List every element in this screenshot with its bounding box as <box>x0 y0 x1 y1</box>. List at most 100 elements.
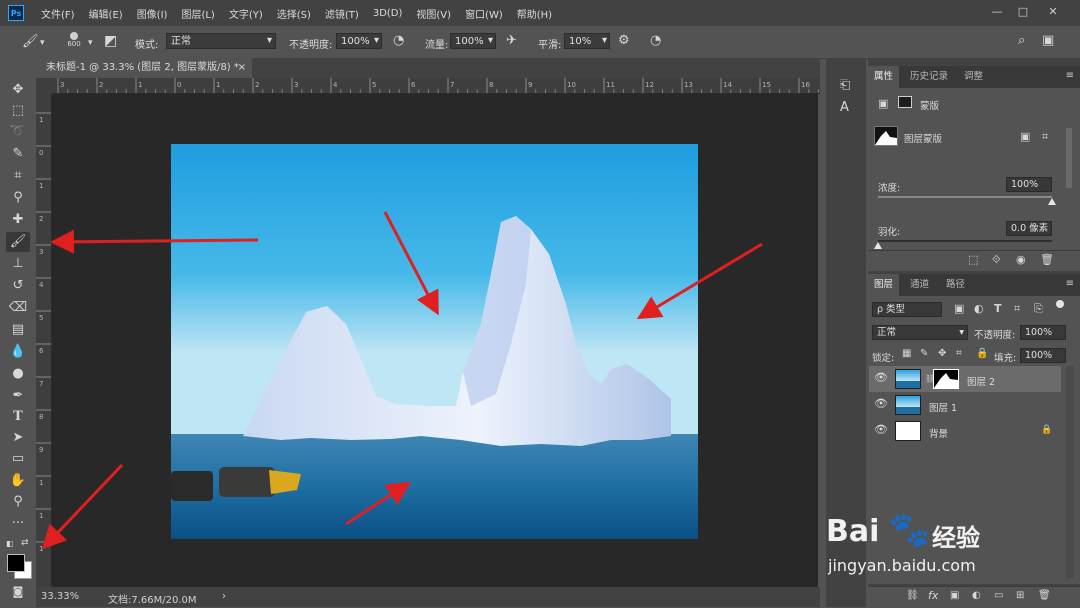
tab-layers[interactable]: 图层 <box>868 274 900 296</box>
workspace-icon[interactable]: ▣ <box>1042 34 1054 48</box>
tab-channels[interactable]: 通道 <box>904 274 935 296</box>
menu-edit[interactable]: 编辑(E) <box>82 6 130 21</box>
healing-brush-tool-icon[interactable]: ✚ <box>6 210 30 230</box>
lock-transparency-icon[interactable]: ▦ <box>902 348 911 359</box>
add-mask-icon[interactable]: ▣ <box>950 590 959 601</box>
panel-menu-icon[interactable]: ≡ <box>1066 278 1074 289</box>
layers-scrollbar[interactable] <box>1066 366 1074 578</box>
tab-adjustments[interactable]: 调整 <box>958 66 989 88</box>
blur-tool-icon[interactable]: 💧 <box>6 342 30 362</box>
close-button[interactable]: ✕ <box>1046 5 1060 19</box>
apply-mask-icon[interactable]: ⟐ <box>992 253 1001 267</box>
mode-select[interactable]: 正常 ▾ <box>166 33 276 49</box>
new-layer-icon[interactable]: ⊞ <box>1016 590 1024 601</box>
adjustment-layer-icon[interactable]: ◐ <box>972 590 981 601</box>
quick-mask-icon[interactable]: ◙ <box>6 582 30 602</box>
opacity-input[interactable]: 100% ▾ <box>336 33 382 49</box>
visibility-eye-icon[interactable]: 👁 <box>874 423 888 436</box>
new-group-icon[interactable]: ▭ <box>994 590 1003 601</box>
fill-input[interactable]: 100% <box>1020 348 1066 363</box>
filter-adjustment-icon[interactable]: ◐ <box>974 302 984 315</box>
lasso-tool-icon[interactable]: ➰ <box>6 122 30 142</box>
flow-input[interactable]: 100% ▾ <box>450 33 496 49</box>
more-tools-icon[interactable]: ··· <box>6 514 30 534</box>
layer-mask-icon[interactable] <box>898 96 912 108</box>
document-image[interactable] <box>171 144 698 539</box>
density-input[interactable]: 100% <box>1006 177 1052 192</box>
brush-panel-icon[interactable]: ◩ <box>104 34 117 48</box>
eraser-tool-icon[interactable]: ⌫ <box>6 298 30 318</box>
hand-tool-icon[interactable]: ✋ <box>6 471 30 491</box>
zoom-tool-icon[interactable]: ⚲ <box>6 492 30 512</box>
menu-select[interactable]: 选择(S) <box>270 6 318 21</box>
quick-select-tool-icon[interactable]: ✎ <box>6 144 30 164</box>
zoom-level[interactable]: 33.33% <box>41 591 79 602</box>
eyedropper-tool-icon[interactable]: ⚲ <box>6 188 30 208</box>
brush-preset-picker[interactable]: 600 <box>64 31 84 53</box>
filter-toggle-icon[interactable] <box>1056 300 1064 308</box>
foreground-color-swatch[interactable] <box>7 554 25 572</box>
brush-tool-icon[interactable]: 🖌 <box>6 232 30 252</box>
density-slider-handle[interactable] <box>1048 198 1056 205</box>
filter-shape-icon[interactable]: ⌗ <box>1014 302 1020 316</box>
minimize-button[interactable]: — <box>990 5 1004 19</box>
tab-history[interactable]: 历史记录 <box>904 66 954 88</box>
properties-scrollbar[interactable] <box>1066 128 1072 188</box>
layer-row-background[interactable]: 👁 背景 🔒 <box>869 418 1061 444</box>
blend-mode-select[interactable]: 正常 ▾ <box>872 325 968 340</box>
menu-window[interactable]: 窗口(W) <box>458 6 510 21</box>
density-slider[interactable] <box>878 196 1056 205</box>
load-selection-icon[interactable]: ⬚ <box>968 253 978 266</box>
brush-tool-icon[interactable]: 🖌 <box>22 35 39 49</box>
disable-mask-icon[interactable]: ◉ <box>1016 253 1026 266</box>
menu-type[interactable]: 文字(Y) <box>222 6 270 21</box>
document-tab[interactable]: 未标题-1 @ 33.3% (图层 2, 图层蒙版/8) * × <box>36 58 252 78</box>
pressure-opacity-icon[interactable]: ◔ <box>393 34 404 48</box>
search-icon[interactable]: ⌕ <box>1018 34 1025 48</box>
status-expand-button[interactable]: › <box>222 591 226 602</box>
visibility-eye-icon[interactable]: 👁 <box>874 397 888 410</box>
feather-slider[interactable] <box>874 240 1052 249</box>
lock-pixels-icon[interactable]: ✎ <box>920 348 928 359</box>
visibility-eye-icon[interactable]: 👁 <box>874 371 888 384</box>
menu-layer[interactable]: 图层(L) <box>174 6 221 21</box>
filter-smart-object-icon[interactable]: ⎘ <box>1034 302 1043 316</box>
layer-row-layer1[interactable]: 👁 图层 1 <box>869 392 1061 418</box>
airbrush-icon[interactable]: ✈ <box>506 34 517 48</box>
feather-slider-handle[interactable] <box>874 242 882 249</box>
path-select-tool-icon[interactable]: ➤ <box>6 428 30 448</box>
link-layers-icon[interactable]: ⛓ <box>906 590 919 601</box>
history-panel-icon[interactable]: ⎗ <box>840 78 850 93</box>
gradient-tool-icon[interactable]: ▤ <box>6 320 30 340</box>
panel-menu-icon[interactable]: ≡ <box>1066 70 1074 81</box>
tab-properties[interactable]: 属性 <box>868 66 900 88</box>
default-colors-icon[interactable]: ◧ <box>6 539 14 548</box>
menu-3d[interactable]: 3D(D) <box>366 8 410 19</box>
chevron-down-icon[interactable]: ▾ <box>88 36 93 50</box>
trash-icon[interactable]: 🗑 <box>1038 590 1051 601</box>
layer-mask-thumbnail[interactable] <box>933 369 959 389</box>
type-tool-icon[interactable]: T <box>6 407 30 427</box>
marquee-tool-icon[interactable]: ⬚ <box>6 101 30 121</box>
lock-artboard-icon[interactable]: ⌗ <box>956 348 962 359</box>
pixel-mask-icon[interactable]: ▣ <box>878 97 888 110</box>
select-mask-icon[interactable]: ▣ <box>1020 130 1030 143</box>
pressure-size-icon[interactable]: ◔ <box>650 34 661 48</box>
lock-all-icon[interactable]: 🔒 <box>976 348 988 359</box>
history-brush-tool-icon[interactable]: ↺ <box>6 276 30 296</box>
menu-image[interactable]: 图像(I) <box>130 6 175 21</box>
move-tool-icon[interactable]: ✥ <box>6 80 30 100</box>
vector-mask-icon[interactable]: ⌗ <box>1042 130 1048 144</box>
rectangle-tool-icon[interactable]: ▭ <box>6 449 30 469</box>
menu-help[interactable]: 帮助(H) <box>510 6 559 21</box>
smooth-input[interactable]: 10% ▾ <box>564 33 610 49</box>
character-panel-icon[interactable]: A <box>840 100 849 115</box>
tab-paths[interactable]: 路径 <box>940 274 971 296</box>
fx-icon[interactable]: fx <box>928 589 938 602</box>
menu-view[interactable]: 视图(V) <box>409 6 458 21</box>
crop-tool-icon[interactable]: ⌗ <box>6 166 30 186</box>
close-tab-button[interactable]: × <box>238 58 246 78</box>
layer-filter-select[interactable]: ρ 类型 <box>872 302 942 317</box>
filter-pixel-icon[interactable]: ▣ <box>954 302 964 315</box>
gear-icon[interactable]: ⚙ <box>618 34 630 48</box>
